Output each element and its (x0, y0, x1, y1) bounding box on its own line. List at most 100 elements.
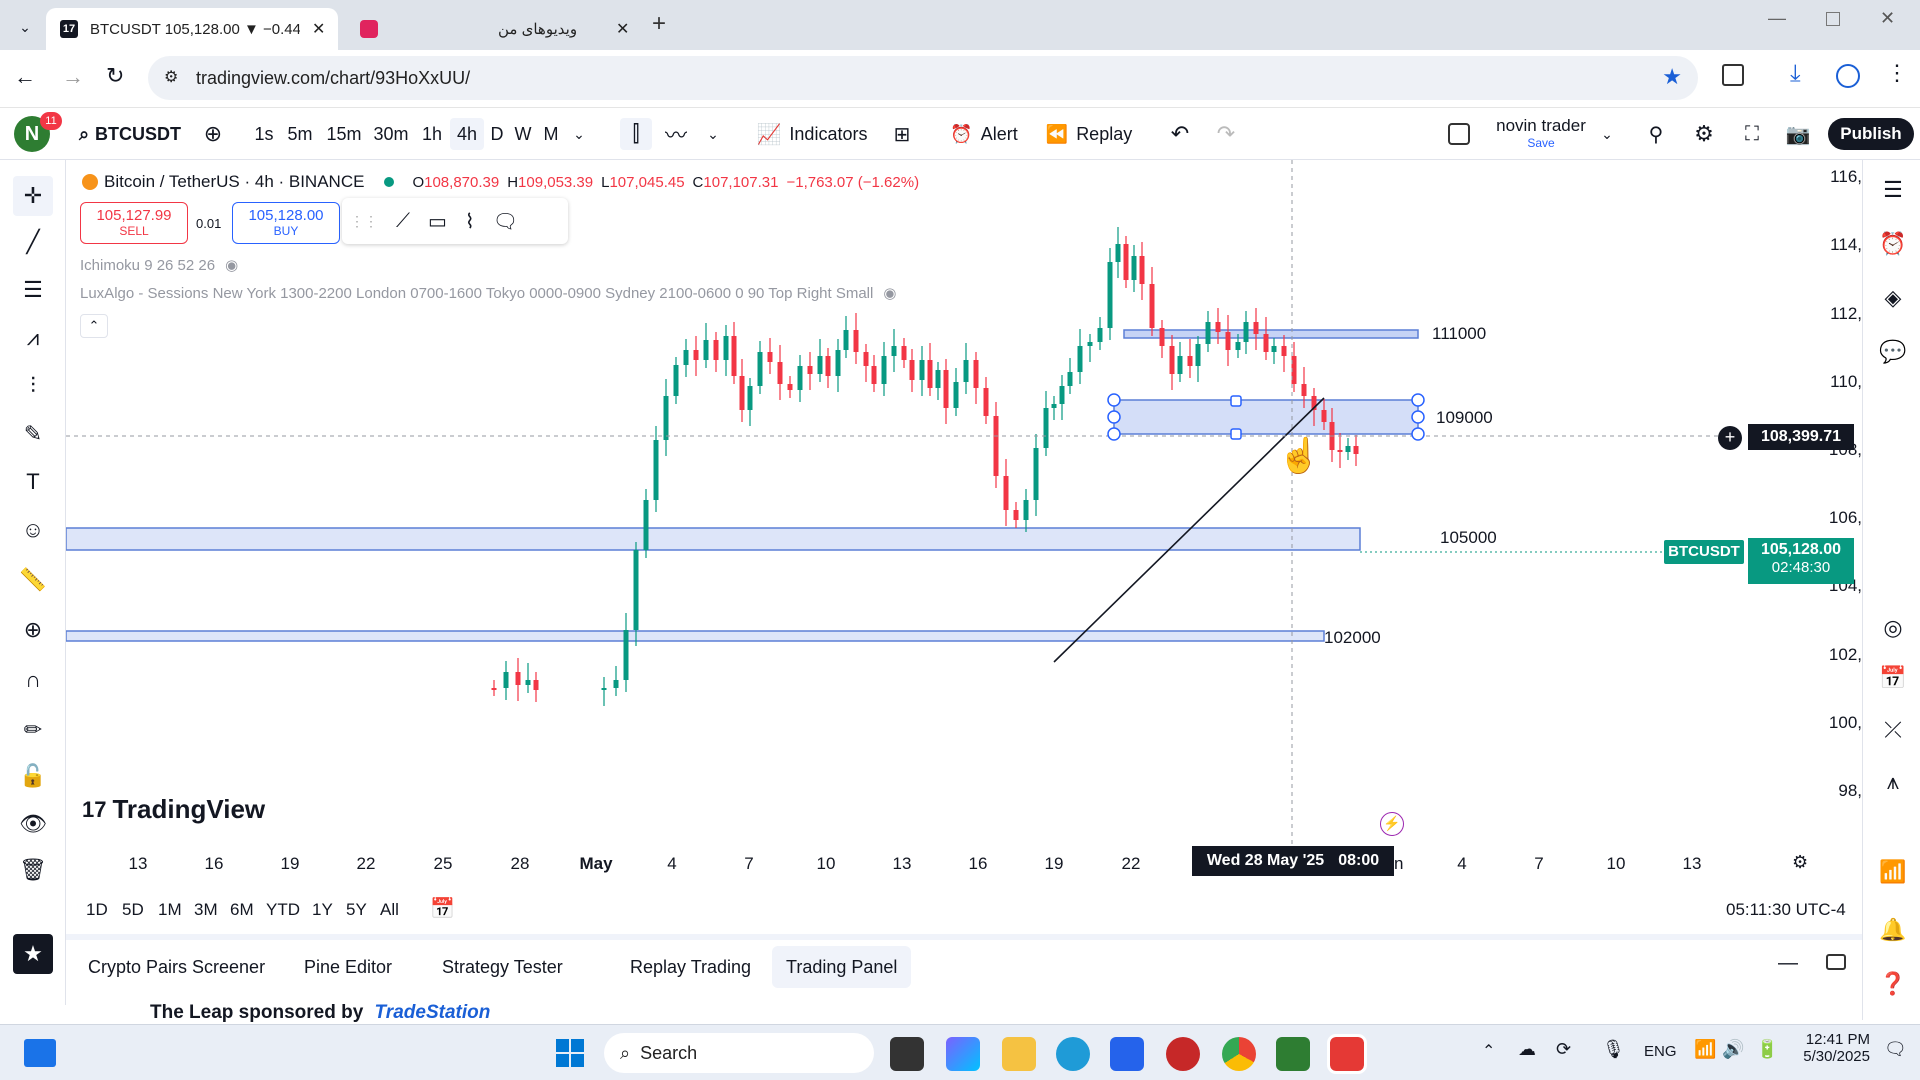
interval-1s[interactable]: 1s (248, 118, 280, 150)
tab-strategy-tester[interactable]: Strategy Tester (428, 946, 577, 988)
microphone-icon[interactable]: 🎙 (1602, 1039, 1625, 1060)
prediction-icon[interactable]: ⫶ (13, 366, 53, 406)
cloud-icon[interactable]: ☁ (1518, 1039, 1536, 1060)
browser-tab-videos[interactable]: ویدیوهای من ✕ (350, 8, 640, 50)
range-5D[interactable]: 5D (122, 900, 144, 920)
symbol-title[interactable]: Bitcoin / TetherUS · 4h · BINANCE (104, 172, 364, 192)
copilot-icon[interactable] (946, 1037, 980, 1071)
lightning-icon[interactable]: ⚡ (1380, 812, 1404, 836)
redo-icon[interactable]: ↷ (1210, 118, 1242, 150)
widgets-icon[interactable] (24, 1039, 56, 1067)
close-tab-icon[interactable]: ✕ (312, 19, 325, 39)
quick-search-icon[interactable]: ⚲ (1640, 118, 1672, 150)
magnet-icon[interactable]: ∩ (13, 660, 53, 700)
tray-chevron-icon[interactable]: ⌃ (1482, 1041, 1495, 1061)
publish-button[interactable]: Publish (1828, 118, 1914, 150)
templates-icon[interactable]: ⊞ (886, 118, 918, 150)
wifi-icon[interactable]: 📶 (1694, 1039, 1716, 1060)
start-icon[interactable] (556, 1039, 584, 1067)
interval-5m[interactable]: 5m (284, 118, 316, 150)
object-tree-icon[interactable]: ◈ (1875, 280, 1911, 316)
settings-gear-icon[interactable]: ⚙ (1688, 118, 1720, 150)
ruler-icon[interactable]: 📏 (13, 560, 53, 600)
text-tool-icon[interactable]: T (13, 462, 53, 502)
interval-dropdown-icon[interactable]: ⌄ (568, 118, 590, 150)
interval-15m[interactable]: 15m (324, 118, 364, 150)
layout-name-button[interactable]: novin trader Save (1486, 116, 1596, 150)
compare-symbol-button[interactable]: ⊕ (198, 118, 228, 150)
trend-line-icon[interactable]: ╱ (13, 222, 53, 262)
candlestick-chart[interactable] (66, 160, 1862, 880)
new-tab-button[interactable]: + (652, 10, 666, 38)
symbol-search-button[interactable]: ⌕ BTCUSDT (76, 118, 184, 150)
notification-bell-icon[interactable]: 🔔 (1875, 912, 1911, 948)
close-tab-icon[interactable]: ✕ (616, 19, 629, 39)
app-green-icon[interactable] (1276, 1037, 1310, 1071)
elliott-wave-icon[interactable]: ⌇ (465, 209, 475, 234)
zone-109000[interactable] (1113, 399, 1419, 435)
chrome-icon[interactable] (1222, 1037, 1256, 1071)
close-window-button[interactable]: ✕ (1880, 8, 1895, 29)
app-red-icon[interactable] (1166, 1037, 1200, 1071)
eye-icon[interactable]: 👁 (13, 804, 53, 844)
axis-settings-gear-icon[interactable]: ⚙ (1792, 852, 1808, 873)
chat-icon[interactable]: 💬 (1875, 334, 1911, 370)
crosshair-icon[interactable]: ✛ (13, 176, 53, 216)
app-active-icon[interactable] (1327, 1034, 1367, 1074)
fib-retracement-icon[interactable]: ☰ (13, 270, 53, 310)
callout-icon[interactable]: 🗨 (493, 209, 518, 234)
tradingview-logo[interactable]: 17 TradingView (82, 794, 265, 825)
calendar-icon[interactable]: 📅 (1875, 660, 1911, 696)
zoom-in-icon[interactable]: ⊕ (13, 610, 53, 650)
zone-111000[interactable] (1123, 329, 1419, 339)
pattern-icon[interactable]: ⩘ (13, 318, 53, 358)
maximize-panel-icon[interactable] (1826, 954, 1846, 970)
minimize-window-button[interactable]: — (1768, 8, 1786, 29)
range-YTD[interactable]: YTD (266, 900, 300, 920)
add-alert-plus-icon[interactable]: + (1718, 426, 1742, 450)
restore-window-button[interactable] (1826, 12, 1840, 26)
browser-menu-icon[interactable]: ⋮ (1886, 60, 1908, 86)
indicators-button[interactable]: 📈 Indicators (752, 118, 872, 150)
layout-checkbox-icon[interactable] (1446, 118, 1472, 150)
go-to-date-calendar-icon[interactable]: 📅 (430, 896, 455, 921)
target-icon[interactable]: ◎ (1875, 610, 1911, 646)
range-1Y[interactable]: 1Y (312, 900, 333, 920)
range-6M[interactable]: 6M (230, 900, 254, 920)
alerts-clock-icon[interactable]: ⏰ (1875, 226, 1911, 262)
buy-button[interactable]: 105,128.00 BUY (232, 202, 340, 244)
interval-1h[interactable]: 1h (416, 118, 448, 150)
zone-105000[interactable] (66, 527, 1361, 551)
store-icon[interactable] (1110, 1037, 1144, 1071)
scatter-tool-icon[interactable]: ⤫ (1875, 712, 1911, 748)
range-1D[interactable]: 1D (86, 900, 108, 920)
path-tool-icon[interactable]: ⟋ (396, 210, 410, 233)
hidden-eye-icon[interactable]: ◉ (225, 257, 238, 274)
range-3M[interactable]: 3M (194, 900, 218, 920)
replay-button[interactable]: ⏪ Replay (1044, 118, 1134, 150)
sponsor-banner[interactable]: The Leap sponsored by TradeStation (150, 1002, 490, 1024)
draw-pencil-lock-icon[interactable]: ✏ (13, 710, 53, 750)
rectangle-tool-icon[interactable]: ▭ (428, 209, 447, 234)
interval-30m[interactable]: 30m (370, 118, 412, 150)
tab-list-dropdown-icon[interactable]: ⌄ (12, 14, 38, 40)
drag-handle-icon[interactable]: ⋮⋮ (350, 213, 378, 230)
taskbar-search-field[interactable]: ⌕ Search (604, 1033, 874, 1073)
battery-icon[interactable]: 🔋 (1756, 1039, 1778, 1060)
collapse-legend-button[interactable]: ⌃ (80, 314, 108, 338)
tab-replay-trading[interactable]: Replay Trading (616, 946, 765, 988)
candles-icon[interactable]: ⫿ (620, 118, 652, 150)
minimize-panel-icon[interactable]: — (1778, 952, 1798, 975)
help-icon[interactable]: ❓ (1875, 966, 1911, 1002)
interval-W[interactable]: W (512, 118, 534, 150)
browser-tab-tradingview[interactable]: 17 BTCUSDT 105,128.00 ▼ −0.44%... ✕ (46, 8, 338, 50)
hidden-eye-icon[interactable]: ◉ (883, 285, 896, 302)
tab-pine-editor[interactable]: Pine Editor (290, 946, 406, 988)
emoji-icon[interactable]: ☺ (13, 510, 53, 550)
profile-icon[interactable] (1836, 64, 1860, 88)
bookmark-star-icon[interactable]: ★ (1662, 64, 1682, 90)
layout-dropdown-icon[interactable]: ⌄ (1596, 118, 1618, 150)
extensions-icon[interactable] (1722, 64, 1744, 86)
brush-icon[interactable]: ✎ (13, 414, 53, 454)
task-view-icon[interactable] (890, 1037, 924, 1071)
